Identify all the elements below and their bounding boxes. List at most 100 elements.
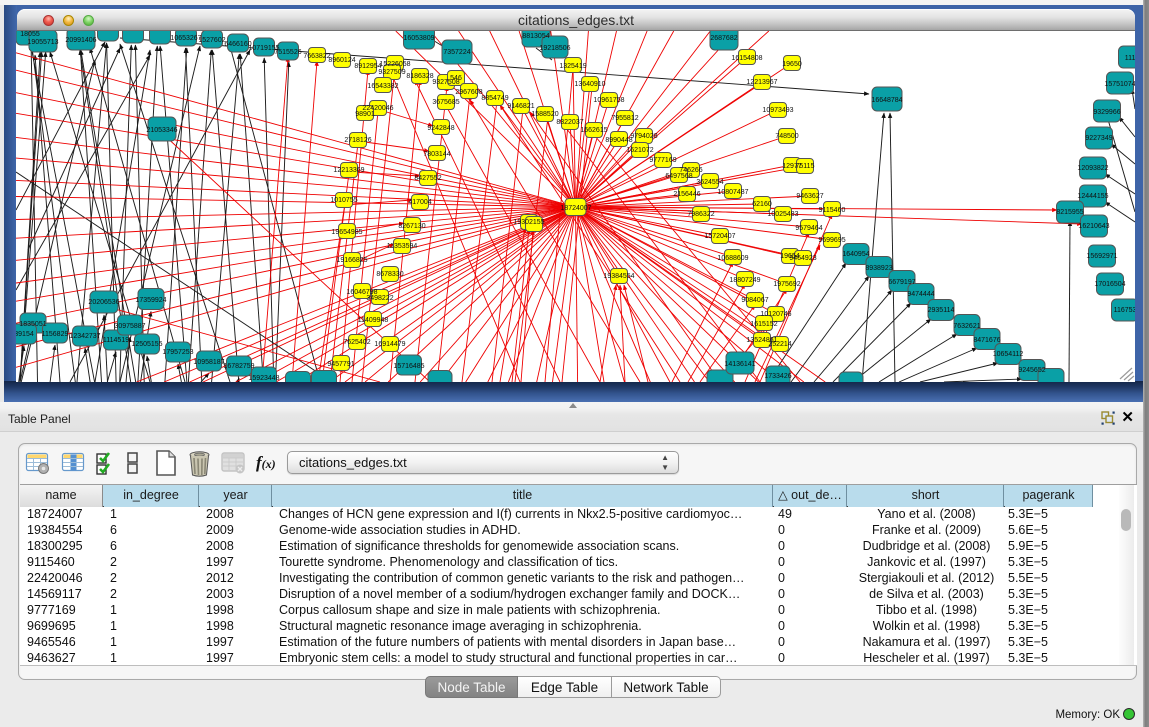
svg-text:15720407: 15720407 [704, 233, 735, 240]
svg-text:15751074: 15751074 [1104, 81, 1135, 88]
svg-text:16154808: 16154808 [731, 55, 762, 62]
svg-text:18807249: 18807249 [729, 277, 760, 284]
svg-text:16914479: 16914479 [374, 341, 405, 348]
svg-text:7803144: 7803144 [423, 151, 450, 158]
svg-text:8322037: 8322037 [556, 119, 583, 126]
svg-text:19650: 19650 [782, 61, 802, 68]
svg-text:16648784: 16648784 [871, 97, 902, 104]
svg-text:1615152: 1615152 [750, 321, 777, 328]
svg-text:75115: 75115 [796, 163, 815, 170]
svg-text:1114519: 1114519 [103, 337, 129, 344]
svg-text:7632621: 7632621 [953, 323, 980, 330]
svg-text:7986322: 7986322 [687, 211, 714, 218]
svg-text:8678330: 8678330 [376, 271, 403, 278]
svg-text:252214: 252214 [768, 341, 791, 348]
svg-text:8960124: 8960124 [328, 57, 355, 64]
svg-text:7515526: 7515526 [274, 49, 301, 56]
svg-text:2935114: 2935114 [928, 307, 955, 314]
svg-text:12342737: 12342737 [69, 333, 100, 340]
svg-text:19055713: 19055713 [27, 39, 58, 46]
svg-text:12213967: 12213967 [746, 79, 777, 86]
svg-text:9242848: 9242848 [427, 125, 454, 132]
svg-text:9146821: 9146821 [507, 103, 534, 110]
svg-text:19166825: 19166825 [336, 257, 367, 264]
svg-text:10025483: 10025483 [767, 211, 798, 218]
svg-text:12444155: 12444155 [1077, 193, 1108, 200]
svg-text:10654112: 10654112 [993, 351, 1024, 358]
svg-text:1640954: 1640954 [842, 251, 869, 258]
svg-text:1835051: 1835051 [19, 321, 46, 328]
svg-text:2156446: 2156446 [673, 191, 700, 198]
svg-text:10120746: 10120746 [760, 311, 791, 318]
svg-text:1588520: 1588520 [531, 111, 558, 118]
svg-text:7955812: 7955812 [611, 115, 638, 122]
svg-text:9699695: 9699695 [818, 237, 845, 244]
svg-text:17957253: 17957253 [162, 349, 193, 356]
svg-text:3624554: 3624554 [696, 179, 723, 186]
svg-text:8186328: 8186328 [406, 73, 433, 80]
svg-text:8990448: 8990448 [605, 137, 632, 144]
svg-text:1527602: 1527602 [198, 37, 225, 44]
svg-text:116753: 116753 [1114, 307, 1135, 314]
svg-text:11409948: 11409948 [358, 317, 389, 324]
svg-text:1621072: 1621072 [626, 147, 653, 154]
svg-text:9227349: 9227349 [1085, 135, 1112, 142]
svg-text:21053346: 21053346 [146, 127, 177, 134]
svg-text:7663822: 7663822 [303, 53, 330, 60]
svg-text:1112: 1112 [1125, 55, 1135, 62]
svg-text:19302155: 19302155 [513, 219, 544, 226]
svg-text:16210643: 16210643 [1078, 223, 1109, 230]
svg-text:1975692: 1975692 [773, 281, 800, 288]
svg-text:6679197: 6679197 [888, 279, 915, 286]
svg-text:20991406: 20991406 [65, 37, 96, 44]
svg-text:15716485: 15716485 [393, 363, 424, 370]
svg-text:9464923: 9464923 [789, 255, 816, 262]
svg-text:8267130: 8267130 [398, 223, 425, 230]
svg-text:19384554: 19384554 [603, 273, 634, 280]
svg-text:15692971: 15692971 [1086, 253, 1117, 260]
svg-text:15923448: 15923448 [248, 375, 279, 382]
svg-text:98901: 98901 [355, 111, 375, 118]
svg-text:9794028: 9794028 [630, 133, 657, 140]
svg-text:20206536: 20206536 [88, 299, 119, 306]
svg-text:8938923: 8938923 [865, 265, 892, 272]
svg-text:15226058: 15226058 [379, 61, 410, 68]
svg-text:3498222: 3498222 [366, 295, 393, 302]
svg-text:9463627: 9463627 [796, 193, 823, 200]
svg-text:1733426: 1733426 [764, 373, 791, 380]
svg-text:19654985: 19654985 [331, 229, 362, 236]
svg-text:9474444: 9474444 [907, 291, 934, 298]
svg-text:12213369: 12213369 [333, 167, 364, 174]
svg-text:748500: 748500 [775, 133, 798, 140]
svg-text:7357224: 7357224 [443, 49, 470, 56]
svg-text:2718126: 2718126 [344, 137, 371, 144]
svg-text:9084067: 9084067 [741, 297, 768, 304]
svg-text:9329966: 9329966 [1093, 109, 1120, 116]
svg-text:17359924: 17359924 [135, 297, 166, 304]
svg-text:10807487: 10807487 [717, 189, 748, 196]
svg-text:11353594: 11353594 [387, 243, 418, 250]
svg-text:30975887: 30975887 [114, 323, 145, 330]
svg-text:1562615: 1562615 [580, 127, 607, 134]
svg-text:10688609: 10688609 [717, 255, 748, 262]
svg-text:9115460: 9115460 [819, 207, 846, 214]
svg-text:16543382: 16543382 [367, 83, 398, 90]
svg-text:1010755: 1010755 [330, 197, 357, 204]
svg-text:8813054: 8813054 [522, 33, 549, 40]
svg-text:1156829: 1156829 [42, 331, 69, 338]
svg-text:62160: 62160 [752, 201, 772, 208]
svg-text:16782759: 16782759 [223, 363, 254, 370]
svg-text:39154: 39154 [16, 331, 34, 338]
svg-text:9245652: 9245652 [1018, 367, 1045, 374]
svg-text:13640910: 13640910 [574, 81, 605, 88]
svg-text:10958187: 10958187 [193, 359, 224, 366]
svg-text:1325419: 1325419 [559, 63, 586, 70]
svg-text:8427552: 8427552 [414, 175, 441, 182]
svg-text:7625402: 7625402 [343, 339, 370, 346]
svg-text:2967608: 2967608 [455, 89, 482, 96]
svg-text:417004: 417004 [408, 199, 431, 206]
svg-text:546: 546 [450, 75, 462, 82]
svg-text:12093822: 12093822 [1077, 165, 1108, 172]
svg-text:9327509: 9327509 [378, 69, 405, 76]
svg-text:6497568: 6497568 [665, 173, 692, 180]
